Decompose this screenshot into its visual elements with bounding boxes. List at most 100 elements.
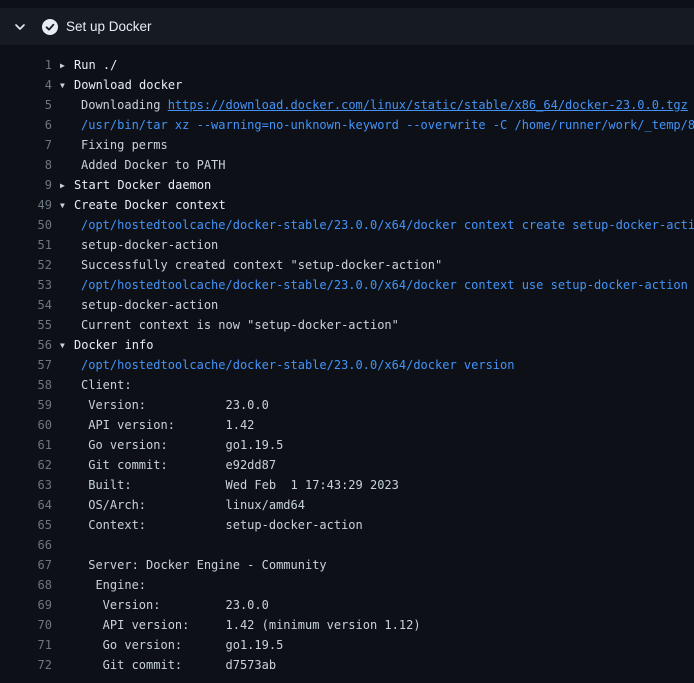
line-number[interactable]: 53	[0, 275, 52, 295]
log-row: 51 setup-docker-action	[0, 235, 694, 255]
log-command: /opt/hostedtoolcache/docker-stable/23.0.…	[81, 218, 694, 232]
log-row: 59 Version: 23.0.0	[0, 395, 694, 415]
line-number[interactable]: 72	[0, 655, 52, 675]
log-group-row[interactable]: 49▼Create Docker context	[0, 195, 694, 215]
line-number[interactable]: 59	[0, 395, 52, 415]
log-line-content: API version: 1.42 (minimum version 1.12)	[52, 615, 421, 635]
group-collapsed-triangle-icon[interactable]: ▶	[60, 56, 74, 76]
log-row: 72 Git commit: d7573ab	[0, 655, 694, 675]
log-line-content: Git commit: e92dd87	[52, 455, 276, 475]
line-number[interactable]: 56	[0, 335, 52, 355]
log-line-content: OS/Arch: linux/amd64	[52, 495, 305, 515]
log-lines: 1▶Run ./4▼Download docker5Downloading ht…	[0, 45, 694, 675]
log-row: 68 Engine:	[0, 575, 694, 595]
line-number[interactable]: 69	[0, 595, 52, 615]
line-number[interactable]: 52	[0, 255, 52, 275]
log-link[interactable]: https://download.docker.com/linux/static…	[168, 98, 688, 112]
log-line-content: ▼Download docker	[52, 75, 182, 95]
log-group-row[interactable]: 9▶Start Docker daemon	[0, 175, 694, 195]
log-line-content: Go version: go1.19.5	[52, 435, 283, 455]
collapse-chevron-icon[interactable]	[14, 21, 26, 33]
line-number[interactable]: 6	[0, 115, 52, 135]
line-number[interactable]: 71	[0, 635, 52, 655]
log-line-content: ▶Start Docker daemon	[52, 175, 211, 195]
log-line-content: API version: 1.42	[52, 415, 254, 435]
line-number[interactable]: 4	[0, 75, 52, 95]
line-number[interactable]: 5	[0, 95, 52, 115]
log-row: 5 Downloading https://download.docker.com…	[0, 95, 694, 115]
log-group-row[interactable]: 1▶Run ./	[0, 55, 694, 75]
log-text: Git commit: d7573ab	[81, 658, 276, 672]
log-text: Fixing perms	[81, 138, 168, 152]
line-number[interactable]: 66	[0, 535, 52, 555]
log-row: 50/opt/hostedtoolcache/docker-stable/23.…	[0, 215, 694, 235]
line-number[interactable]: 9	[0, 175, 52, 195]
log-text: Current context is now "setup-docker-act…	[81, 318, 399, 332]
log-line-content: Version: 23.0.0	[52, 595, 269, 615]
log-text: Download docker	[74, 78, 182, 92]
log-row: 53/opt/hostedtoolcache/docker-stable/23.…	[0, 275, 694, 295]
group-expanded-triangle-icon[interactable]: ▼	[60, 196, 74, 216]
log-command: /opt/hostedtoolcache/docker-stable/23.0.…	[81, 358, 514, 372]
line-number[interactable]: 63	[0, 475, 52, 495]
log-text: Version: 23.0.0	[81, 398, 269, 412]
log-line-content: Successfully created context "setup-dock…	[52, 255, 442, 275]
log-line-content: Engine:	[52, 575, 146, 595]
log-line-content: setup-docker-action	[52, 295, 218, 315]
log-text: Git commit: e92dd87	[81, 458, 276, 472]
check-circle-icon	[42, 19, 58, 35]
line-number[interactable]: 70	[0, 615, 52, 635]
line-number[interactable]: 65	[0, 515, 52, 535]
actions-log-viewer: Set up Docker 1▶Run ./4▼Download docker5…	[0, 0, 694, 683]
log-row: 70 API version: 1.42 (minimum version 1.…	[0, 615, 694, 635]
line-number[interactable]: 60	[0, 415, 52, 435]
line-number[interactable]: 7	[0, 135, 52, 155]
log-text: OS/Arch: linux/amd64	[81, 498, 305, 512]
line-number[interactable]: 62	[0, 455, 52, 475]
line-number[interactable]: 51	[0, 235, 52, 255]
log-line-content: Fixing perms	[52, 135, 168, 155]
log-text: Client:	[81, 378, 132, 392]
log-text: Go version: go1.19.5	[81, 638, 283, 652]
group-collapsed-triangle-icon[interactable]: ▶	[60, 176, 74, 196]
log-command: /opt/hostedtoolcache/docker-stable/23.0.…	[81, 278, 688, 292]
log-row: 57/opt/hostedtoolcache/docker-stable/23.…	[0, 355, 694, 375]
log-line-content: ▶Run ./	[52, 55, 117, 75]
group-expanded-triangle-icon[interactable]: ▼	[60, 336, 74, 356]
log-line-content: Server: Docker Engine - Community	[52, 555, 327, 575]
line-number[interactable]: 64	[0, 495, 52, 515]
line-number[interactable]: 61	[0, 435, 52, 455]
line-number[interactable]: 54	[0, 295, 52, 315]
log-text: Version: 23.0.0	[81, 598, 269, 612]
log-line-content: Version: 23.0.0	[52, 395, 269, 415]
log-line-content: ▼Create Docker context	[52, 195, 226, 215]
log-line-content: /usr/bin/tar xz --warning=no-unknown-key…	[52, 115, 694, 135]
log-text: Built: Wed Feb 1 17:43:29 2023	[81, 478, 399, 492]
log-group-row[interactable]: 4▼Download docker	[0, 75, 694, 95]
group-expanded-triangle-icon[interactable]: ▼	[60, 76, 74, 96]
log-group-row[interactable]: 56▼Docker info	[0, 335, 694, 355]
line-number[interactable]: 58	[0, 375, 52, 395]
step-header[interactable]: Set up Docker	[0, 8, 694, 45]
line-number[interactable]: 1	[0, 55, 52, 75]
log-line-content: Current context is now "setup-docker-act…	[52, 315, 399, 335]
line-number[interactable]: 55	[0, 315, 52, 335]
line-number[interactable]: 8	[0, 155, 52, 175]
log-row: 6/usr/bin/tar xz --warning=no-unknown-ke…	[0, 115, 694, 135]
line-number[interactable]: 49	[0, 195, 52, 215]
log-row: 63 Built: Wed Feb 1 17:43:29 2023	[0, 475, 694, 495]
log-text: setup-docker-action	[81, 238, 218, 252]
log-row: 55 Current context is now "setup-docker-a…	[0, 315, 694, 335]
log-row: 65 Context: setup-docker-action	[0, 515, 694, 535]
log-text: setup-docker-action	[81, 298, 218, 312]
log-row: 69 Version: 23.0.0	[0, 595, 694, 615]
log-line-content: Context: setup-docker-action	[52, 515, 363, 535]
log-row: 58 Client:	[0, 375, 694, 395]
line-number[interactable]: 67	[0, 555, 52, 575]
log-row: 8Added Docker to PATH	[0, 155, 694, 175]
line-number[interactable]: 68	[0, 575, 52, 595]
log-line-content: Git commit: d7573ab	[52, 655, 276, 675]
line-number[interactable]: 57	[0, 355, 52, 375]
log-text: Downloading	[81, 98, 168, 112]
line-number[interactable]: 50	[0, 215, 52, 235]
